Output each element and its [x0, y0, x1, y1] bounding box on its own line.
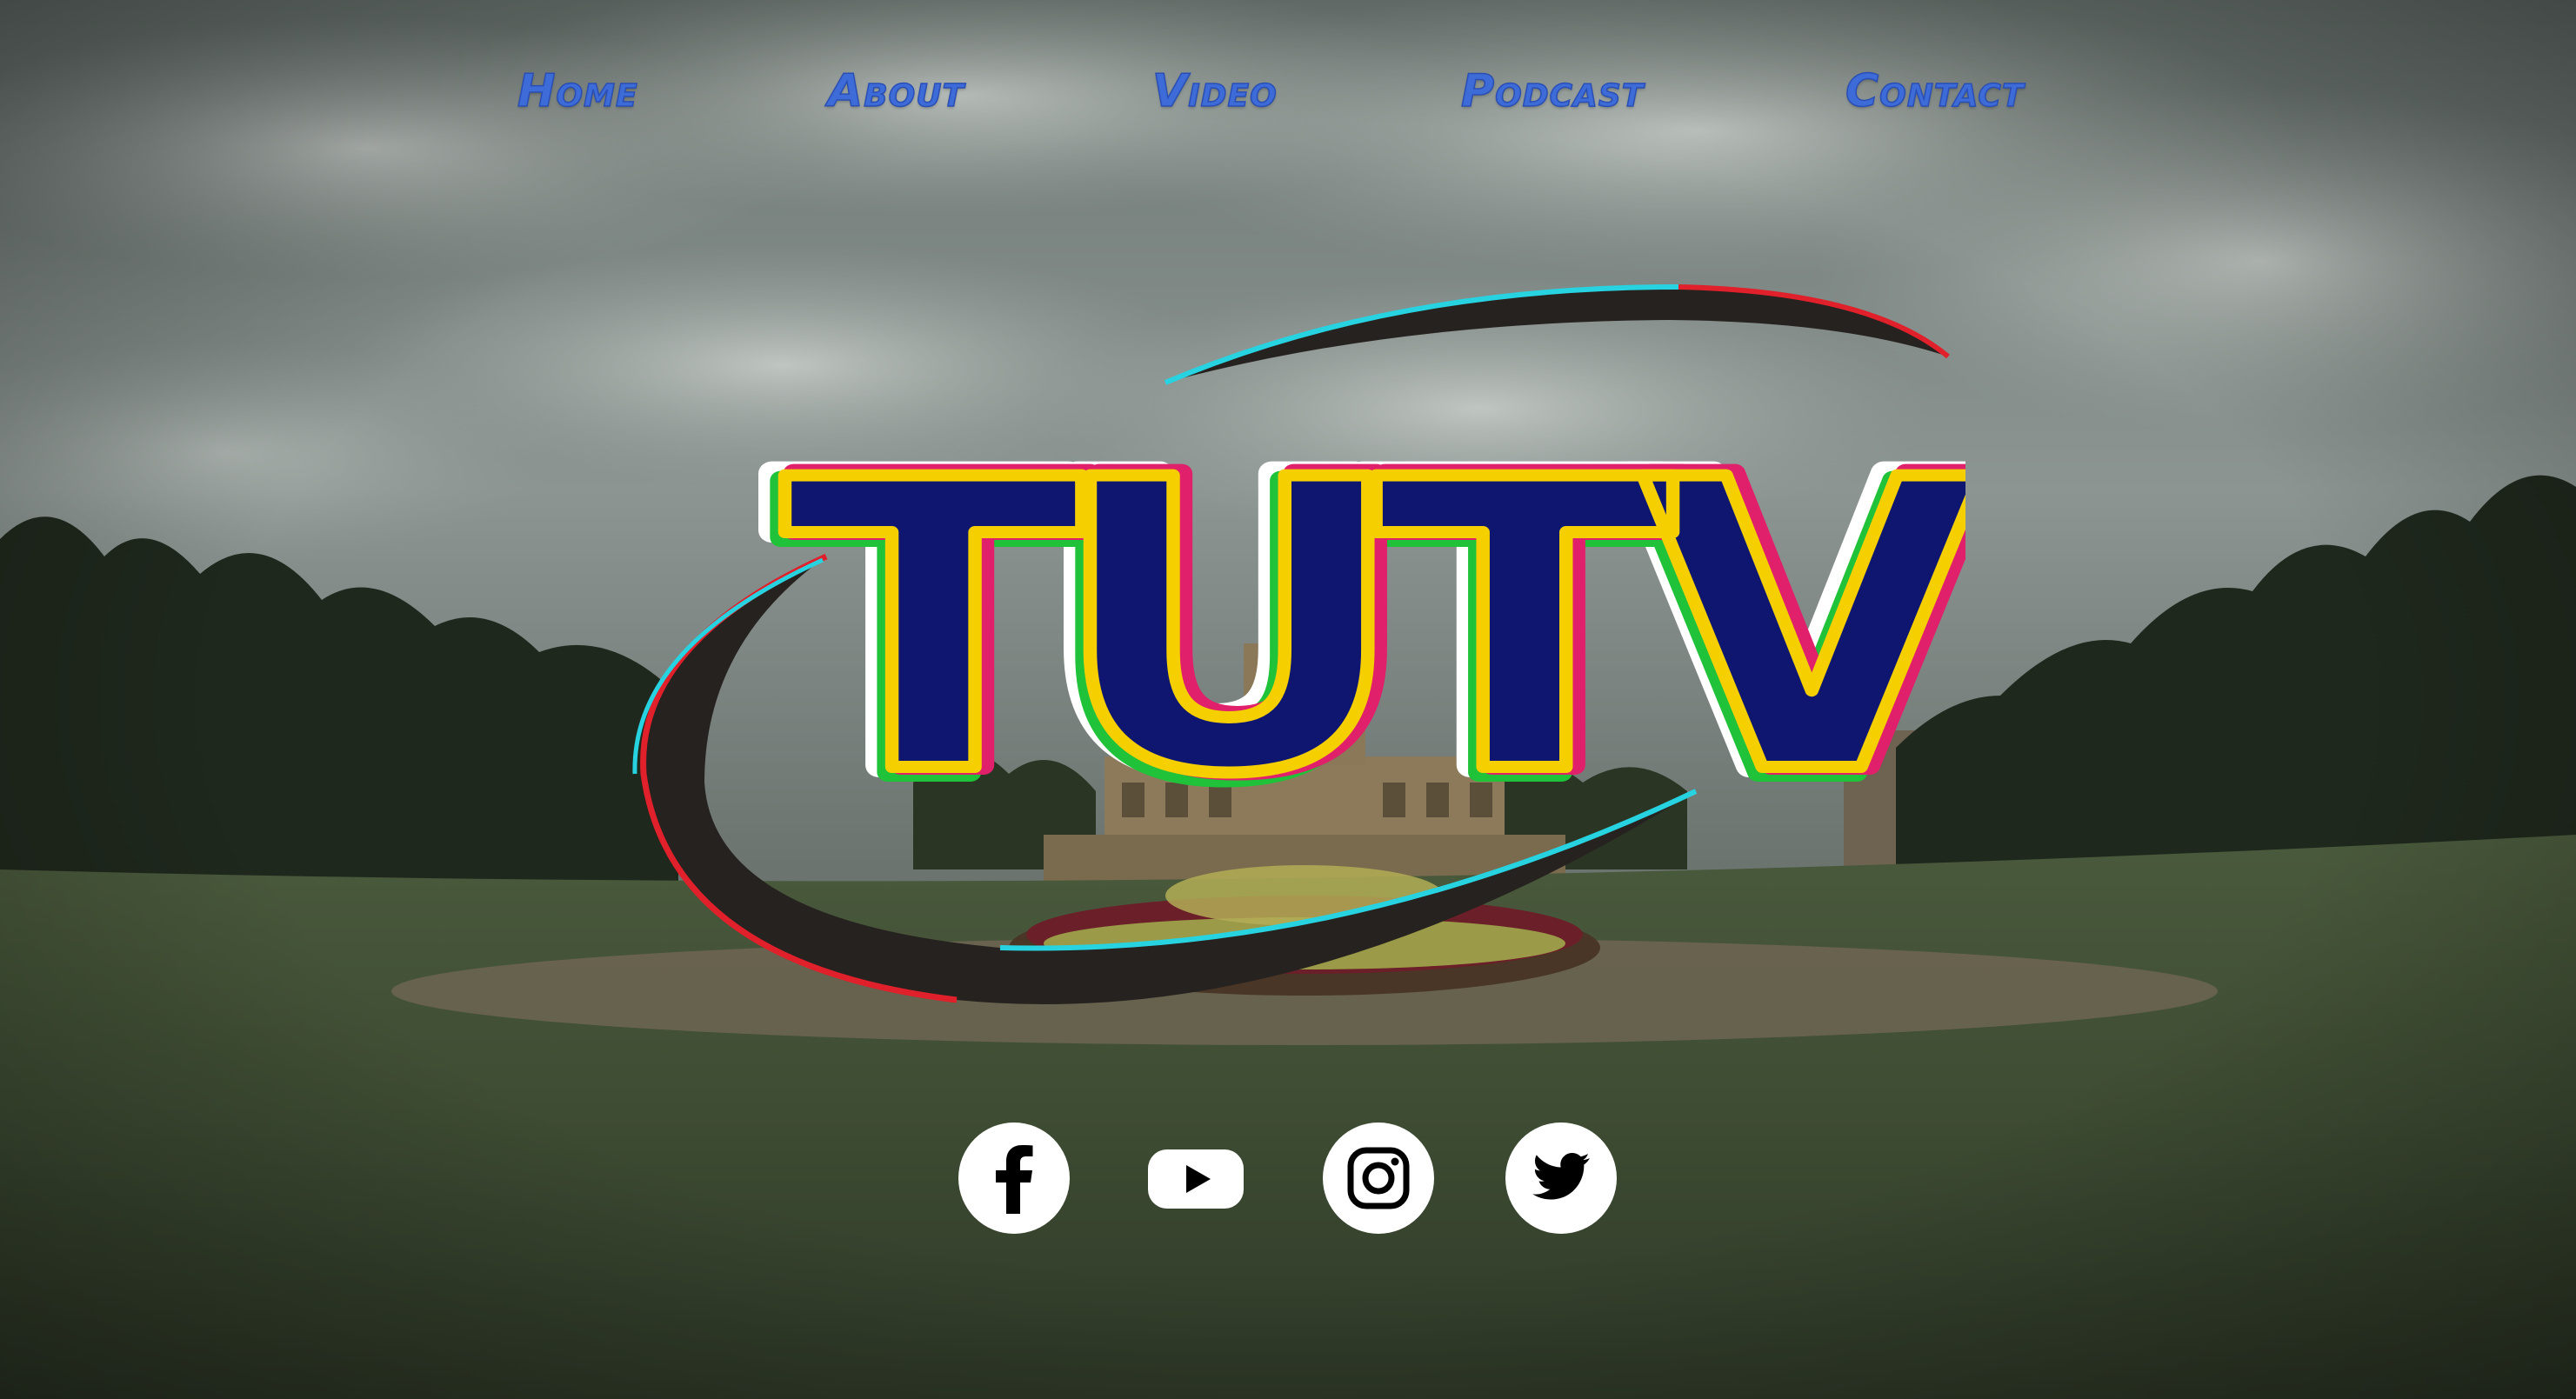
main-nav: Home About Video Podcast Contact — [0, 52, 2576, 130]
facebook-button[interactable] — [958, 1122, 1071, 1235]
twitter-icon — [1505, 1123, 1617, 1234]
nav-home-link[interactable]: Home — [517, 52, 638, 130]
nav-contact-link[interactable]: Contact — [1845, 52, 2024, 130]
tutv-logo: TUTV TUTV TUTV TUTV — [632, 284, 1965, 1004]
twitter-button[interactable] — [1505, 1122, 1618, 1235]
youtube-button[interactable] — [1139, 1122, 1252, 1235]
facebook-icon — [958, 1123, 1070, 1234]
nav-video-link[interactable]: Video — [1151, 52, 1278, 130]
instagram-icon — [1323, 1123, 1434, 1234]
social-bar — [0, 1122, 2576, 1238]
nav-about-link[interactable]: About — [827, 52, 964, 130]
instagram-button[interactable] — [1322, 1122, 1435, 1235]
nav-podcast-link[interactable]: Podcast — [1460, 52, 1644, 130]
youtube-icon — [1148, 1149, 1244, 1209]
logo-text: TUTV — [783, 396, 1965, 862]
